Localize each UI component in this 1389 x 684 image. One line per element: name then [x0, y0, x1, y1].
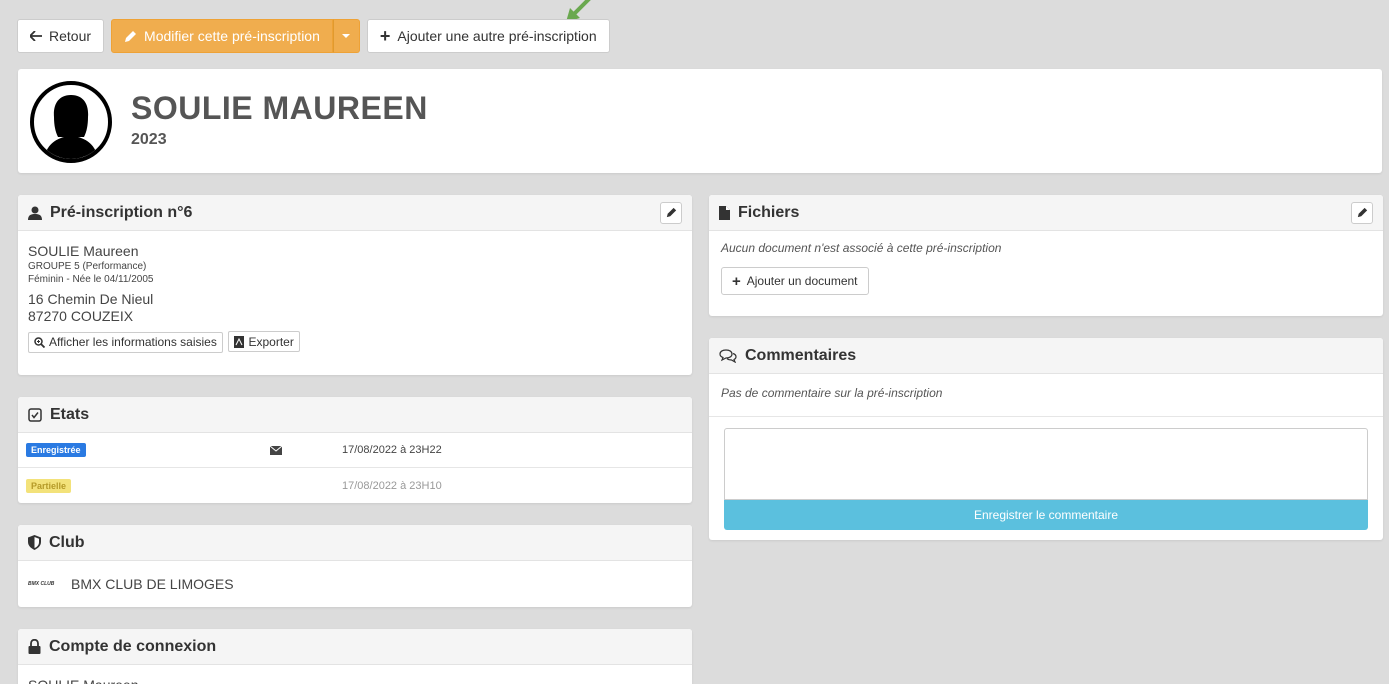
zoom-icon — [34, 336, 45, 348]
club-panel: Club BMX CLUB BMX CLUB DE LIMOGES — [18, 525, 692, 607]
member-group: GROUPE 5 (Performance) — [28, 261, 147, 272]
etats-header: Etats — [18, 397, 692, 433]
edit-button[interactable]: Modifier cette pré-inscription — [111, 19, 333, 53]
status-date: 17/08/2022 à 23H22 — [342, 444, 442, 456]
pencil-icon — [666, 207, 676, 218]
show-info-button[interactable]: Afficher les informations saisies — [28, 331, 223, 353]
comments-empty: Pas de commentaire sur la pré-inscriptio… — [709, 374, 1383, 417]
account-header: Compte de connexion — [18, 629, 692, 665]
plus-icon: + — [379, 26, 391, 46]
export-button[interactable]: Exporter — [228, 331, 300, 352]
comments-panel: Commentaires Pas de commentaire sur la p… — [709, 338, 1383, 540]
etats-title: Etats — [50, 405, 90, 423]
show-info-label: Afficher les informations saisies — [49, 335, 217, 349]
file-icon — [719, 205, 730, 220]
add-document-label: Ajouter un document — [746, 274, 858, 288]
profile-year: 2023 — [131, 131, 167, 148]
status-badge: Enregistrée — [26, 443, 86, 457]
preinscription-body: SOULIE Maureen GROUPE 5 (Performance) Fé… — [18, 231, 692, 365]
files-empty-text: Aucun document n'est associé à cette pré… — [721, 241, 1002, 255]
avatar — [30, 81, 112, 163]
etat-row: Partielle 17/08/2022 à 23H10 — [18, 468, 692, 503]
add-document-button[interactable]: + Ajouter un document — [721, 267, 869, 295]
pencil-icon — [1357, 207, 1367, 218]
edit-preinscription-button[interactable] — [660, 201, 682, 224]
files-body: Aucun document n'est associé à cette pré… — [709, 231, 1383, 305]
files-header: Fichiers — [709, 195, 1383, 231]
account-panel: Compte de connexion SOULIE Maureen — [18, 629, 692, 684]
comments-title: Commentaires — [745, 346, 857, 364]
comments-header: Commentaires — [709, 338, 1383, 374]
address-line2: 87270 COUZEIX — [28, 308, 134, 324]
export-label: Exporter — [248, 334, 294, 349]
club-name: BMX CLUB DE LIMOGES — [71, 576, 234, 592]
preinscription-panel: Pré-inscription n°6 SOULIE Maureen GROUP… — [18, 195, 692, 375]
address-line1: 16 Chemin De Nieul — [28, 291, 154, 307]
arrow-left-icon — [30, 31, 42, 41]
preinscription-header: Pré-inscription n°6 — [18, 195, 692, 231]
files-title: Fichiers — [738, 203, 800, 221]
etat-row: Enregistrée 17/08/2022 à 23H22 — [18, 433, 692, 468]
save-comment-button[interactable]: Enregistrer le commentaire — [724, 500, 1368, 530]
club-header: Club — [18, 525, 692, 561]
edit-dropdown-toggle[interactable] — [332, 19, 360, 53]
comment-textarea[interactable] — [724, 428, 1368, 500]
member-gender-birth: Féminin - Née le 04/11/2005 — [28, 274, 154, 285]
account-title: Compte de connexion — [49, 637, 217, 655]
female-avatar-icon — [44, 95, 98, 159]
checkbox-icon — [28, 407, 42, 422]
status-badge: Partielle — [26, 478, 72, 493]
edit-label: Modifier cette pré-inscription — [144, 28, 320, 44]
member-name: SOULIE Maureen — [28, 243, 139, 259]
preinscription-title: Pré-inscription n°6 — [50, 203, 193, 221]
club-title: Club — [49, 533, 85, 551]
envelope-icon — [270, 445, 282, 455]
edit-files-button[interactable] — [1351, 201, 1373, 224]
lock-icon — [28, 639, 41, 654]
comments-icon — [719, 348, 737, 363]
status-date: 17/08/2022 à 23H10 — [342, 479, 442, 492]
profile-name: SOULIE MAUREEN — [131, 90, 428, 126]
club-logo: BMX CLUB — [28, 581, 55, 587]
club-body: BMX CLUB BMX CLUB DE LIMOGES — [18, 561, 692, 607]
back-label: Retour — [49, 28, 92, 44]
user-icon — [28, 206, 42, 220]
back-button[interactable]: Retour — [17, 19, 105, 53]
plus-icon: + — [732, 272, 741, 290]
files-panel: Fichiers Aucun document n'est associé à … — [709, 195, 1383, 316]
caret-down-icon — [342, 34, 351, 38]
etats-panel: Etats Enregistrée 17/08/2022 à 23H22 Par… — [18, 397, 692, 503]
pencil-icon — [125, 30, 137, 42]
add-preinscription-button[interactable]: + Ajouter une autre pré-inscription — [366, 19, 610, 53]
edit-split-button: Modifier cette pré-inscription — [111, 19, 360, 53]
profile-header: SOULIE MAUREEN 2023 — [18, 69, 1382, 173]
add-preinscription-label: Ajouter une autre pré-inscription — [397, 28, 597, 44]
account-name: SOULIE Maureen — [18, 665, 692, 684]
comments-empty-text: Pas de commentaire sur la pré-inscriptio… — [721, 386, 943, 400]
toolbar: Retour Modifier cette pré-inscription + … — [17, 19, 610, 53]
pdf-file-icon — [234, 335, 245, 348]
shield-icon — [28, 535, 41, 550]
